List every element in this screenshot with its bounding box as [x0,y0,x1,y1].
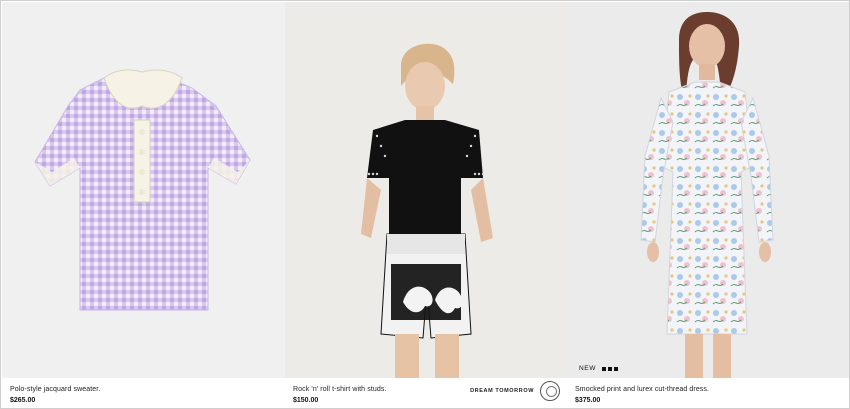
product-name[interactable]: Polo-style jacquard sweater. [10,385,100,394]
product-image-rock-tshirt[interactable] [285,2,567,378]
product-caption: Rock 'n' roll t-shirt with studs. $150.0… [293,385,387,405]
product-card[interactable]: NEW Smocked print and lurex cut-thread d… [567,2,849,409]
product-price: $150.00 [293,397,319,404]
product-price: $265.00 [10,397,36,404]
brand-text: DREAM TOMORROW [470,388,534,394]
product-grid: Polo-style jacquard sweater. $265.00 DRE… [2,2,850,409]
product-price: $375.00 [575,397,601,404]
brand-logo-icon [540,381,560,401]
product-image-polo-sweater[interactable] [2,2,285,378]
swatch-icon [607,366,612,371]
product-grid-frame: Polo-style jacquard sweater. $265.00 DRE… [0,0,850,409]
brand-mark: DREAM TOMORROW [470,381,560,401]
new-badge-label: NEW [579,365,596,372]
tshirt-shorts-model-image [285,2,567,378]
product-card[interactable]: DREAM TOMORROW Rock 'n' roll t-shirt wit… [285,2,567,409]
product-card[interactable]: Polo-style jacquard sweater. $265.00 [2,2,285,409]
product-caption: Polo-style jacquard sweater. $265.00 [10,385,100,405]
product-image-floral-dress[interactable] [567,2,849,378]
swatch-icon [613,366,618,371]
product-name[interactable]: Smocked print and lurex cut-thread dress… [575,385,709,394]
product-caption: Smocked print and lurex cut-thread dress… [575,385,709,405]
new-badge: NEW [579,365,618,372]
floral-dress-model-image [567,2,849,378]
product-name[interactable]: Rock 'n' roll t-shirt with studs. [293,385,387,394]
polo-sweater-image [2,2,285,378]
swatch-icon [601,366,606,371]
color-swatches [601,366,618,371]
